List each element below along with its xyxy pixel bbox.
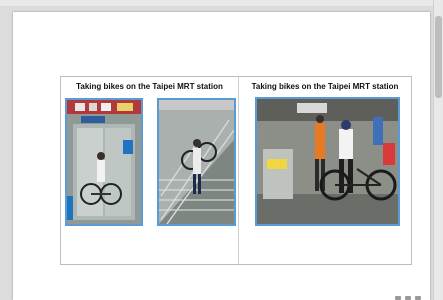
- slide-divider: [238, 77, 239, 264]
- gate-bike-photo: [255, 97, 400, 226]
- document-viewer: Taking bikes on the Taipei MRT station T…: [0, 0, 443, 300]
- scrollbar-thumb[interactable]: [435, 16, 442, 98]
- slide-image: Taking bikes on the Taipei MRT station T…: [60, 76, 412, 265]
- status-bar-icons: [391, 294, 431, 300]
- left-slide-title: Taking bikes on the Taipei MRT station: [76, 82, 223, 91]
- stairs-bike-photo: [157, 98, 236, 226]
- status-icon: [415, 296, 421, 300]
- right-slide-title: Taking bikes on the Taipei MRT station: [251, 82, 399, 91]
- top-toolbar-edge: [0, 0, 434, 6]
- vertical-scrollbar[interactable]: [433, 0, 443, 300]
- document-page: Taking bikes on the Taipei MRT station T…: [13, 12, 430, 300]
- status-icon: [405, 296, 411, 300]
- elevator-bike-photo: [65, 98, 143, 226]
- status-icon: [395, 296, 401, 300]
